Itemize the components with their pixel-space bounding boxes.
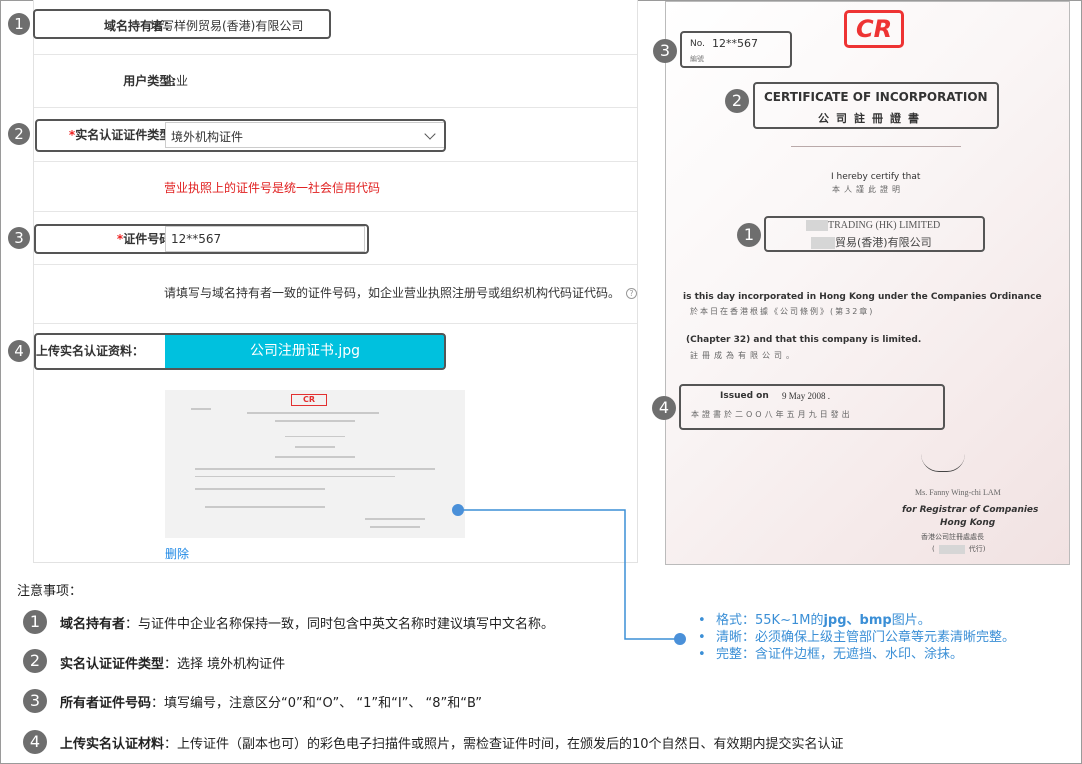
badge-3: 3 bbox=[8, 227, 30, 249]
note-badge-4: 4 bbox=[23, 730, 47, 754]
domain-realname-form: 域名持有者： 填写样例贸易(香港)有限公司 用户类型: 企业 *实名认证证件类型… bbox=[33, 0, 638, 563]
note-badge-3: 3 bbox=[23, 689, 47, 713]
thumb-cr-logo: CR bbox=[291, 394, 327, 406]
cert-line1-zh: 於本日在香港根據《公司條例》(第32章) bbox=[690, 307, 875, 316]
thumb-text-line bbox=[370, 526, 420, 528]
cert-divider bbox=[791, 146, 961, 147]
tip-format: 格式：55K~1M的jpg、bmp图片。 bbox=[698, 612, 1015, 629]
tip-format-bold: jpg、bmp bbox=[823, 613, 892, 628]
note-4: 上传实名认证材料：上传证件（副本也可）的彩色电子扫描件或照片，需检查证件时间，在… bbox=[60, 733, 844, 752]
cert-certify-en: I hereby certify that bbox=[831, 172, 921, 182]
cert-paren-open: ( bbox=[932, 545, 935, 553]
badge-4: 4 bbox=[8, 340, 30, 362]
note-3-bold: 所有者证件号码 bbox=[60, 696, 152, 711]
tip-clarity: 清晰：必须确保上级主管部门公章等元素清晰完整。 bbox=[698, 629, 1015, 646]
badge-1: 1 bbox=[737, 223, 761, 247]
cr-logo: CR bbox=[844, 10, 904, 48]
badge-3: 3 bbox=[653, 39, 677, 63]
cert-line1-en: is this day incorporated in Hong Kong un… bbox=[683, 292, 1042, 302]
form-row-user-type: 用户类型: 企业 bbox=[34, 55, 637, 108]
cert-line2-en: (Chapter 32) and that this company is li… bbox=[686, 335, 922, 345]
cert-line2-zh: 註冊成為有限公司。 bbox=[690, 351, 798, 360]
badge-1: 1 bbox=[8, 13, 30, 35]
badge-2: 2 bbox=[725, 89, 749, 113]
cert-registrar-en: for Registrar of Companies bbox=[902, 505, 1039, 515]
highlight-box-cert-type bbox=[35, 119, 446, 152]
user-type-value: 企业 bbox=[164, 74, 189, 88]
uploaded-image-preview[interactable]: CR bbox=[165, 390, 465, 538]
note-badge-2: 2 bbox=[23, 649, 47, 673]
highlight-box-cert-number bbox=[34, 224, 369, 254]
notes-title: 注意事项： bbox=[17, 584, 83, 599]
cert-signer: Ms. Fanny Wing-chi LAM bbox=[915, 488, 1001, 497]
thumb-text-line bbox=[285, 436, 345, 437]
tip-clarity-text: 清晰：必须确保上级主管部门公章等元素清晰完整。 bbox=[716, 630, 1016, 645]
note-4-text: ：上传证件（副本也可）的彩色电子扫描件或照片，需检查证件时间，在颁发后的10个自… bbox=[164, 737, 844, 752]
thumb-text-line bbox=[295, 446, 335, 448]
thumb-text-line bbox=[195, 488, 325, 490]
cert-registrar-zh: 香港公司註冊處處長 bbox=[921, 533, 984, 541]
tip-complete: 完整：含证件边框，无遮挡、水印、涂抹。 bbox=[698, 646, 1015, 663]
thumb-text-line bbox=[195, 476, 395, 477]
highlight-box-domain-holder bbox=[33, 9, 331, 39]
thumb-text-line bbox=[275, 420, 355, 422]
badge-2: 2 bbox=[8, 123, 30, 145]
note-1-text: ：与证件中企业名称保持一致，同时包含中英文名称时建议填写中文名称。 bbox=[125, 617, 555, 632]
thumb-text-line bbox=[191, 408, 211, 410]
note-3-text: ：填写编号，注意区分“0”和“O”、 “1”和“I”、 “8”和“B” bbox=[151, 696, 482, 711]
cert-number-tip: 营业执照上的证件号是统一社会信用代码 bbox=[164, 181, 381, 195]
delete-link[interactable]: 删除 bbox=[165, 545, 189, 562]
thumb-text-line bbox=[365, 518, 425, 520]
signature-mark bbox=[921, 454, 965, 472]
note-3: 所有者证件号码：填写编号，注意区分“0”和“O”、 “1”和“I”、 “8”和“… bbox=[60, 692, 482, 711]
cert-number-help-text: 请填写与域名持有者一致的证件号码，如企业营业执照注册号或组织机构代码证代码。 bbox=[164, 286, 621, 300]
note-2: 实名认证证件类型：选择 境外机构证件 bbox=[60, 653, 285, 672]
tip-format-text: 格式：55K~1M的 bbox=[716, 613, 824, 628]
cert-registrar-place: Hong Kong bbox=[940, 518, 996, 528]
note-2-text: ：选择 境外机构证件 bbox=[164, 657, 286, 672]
highlight-box-cert-no bbox=[680, 31, 792, 68]
tip-format-suffix: 图片。 bbox=[891, 613, 931, 628]
cert-number-help: 请填写与域名持有者一致的证件号码，如企业营业执照注册号或组织机构代码证代码。? bbox=[164, 284, 638, 301]
thumb-text-line bbox=[205, 506, 325, 508]
thumb-text-line bbox=[195, 468, 435, 470]
tip-complete-text: 完整：含证件边框，无遮挡、水印、涂抹。 bbox=[716, 647, 964, 662]
note-1-bold: 域名持有者 bbox=[60, 617, 126, 632]
cert-paren-close: 代行) bbox=[968, 545, 986, 553]
thumb-text-line bbox=[275, 456, 355, 458]
highlight-box-cert-company bbox=[764, 216, 985, 252]
highlight-box-cert-issued bbox=[679, 384, 945, 430]
highlight-box-cert-title bbox=[753, 82, 999, 129]
image-requirement-tips: 格式：55K~1M的jpg、bmp图片。 清晰：必须确保上级主管部门公章等元素清… bbox=[698, 612, 1015, 663]
help-icon[interactable]: ? bbox=[626, 288, 638, 299]
note-1: 域名持有者：与证件中企业名称保持一致，同时包含中英文名称时建议填写中文名称。 bbox=[60, 613, 554, 632]
form-row-cert-tip: 营业执照上的证件号是统一社会信用代码 bbox=[34, 162, 637, 212]
thumb-text-line bbox=[247, 412, 379, 414]
note-4-bold: 上传实名认证材料 bbox=[60, 737, 165, 752]
cert-registrar-acting: ( 代行) bbox=[932, 544, 985, 554]
note-2-bold: 实名认证证件类型 bbox=[60, 657, 165, 672]
redaction-block bbox=[938, 544, 965, 554]
highlight-box-upload bbox=[34, 333, 446, 370]
note-badge-1: 1 bbox=[23, 610, 47, 634]
cert-certify-zh: 本人謹此證明 bbox=[832, 185, 904, 194]
form-row-cert-help: 请填写与域名持有者一致的证件号码，如企业营业执照注册号或组织机构代码证代码。? bbox=[34, 265, 638, 324]
badge-4: 4 bbox=[652, 396, 676, 420]
